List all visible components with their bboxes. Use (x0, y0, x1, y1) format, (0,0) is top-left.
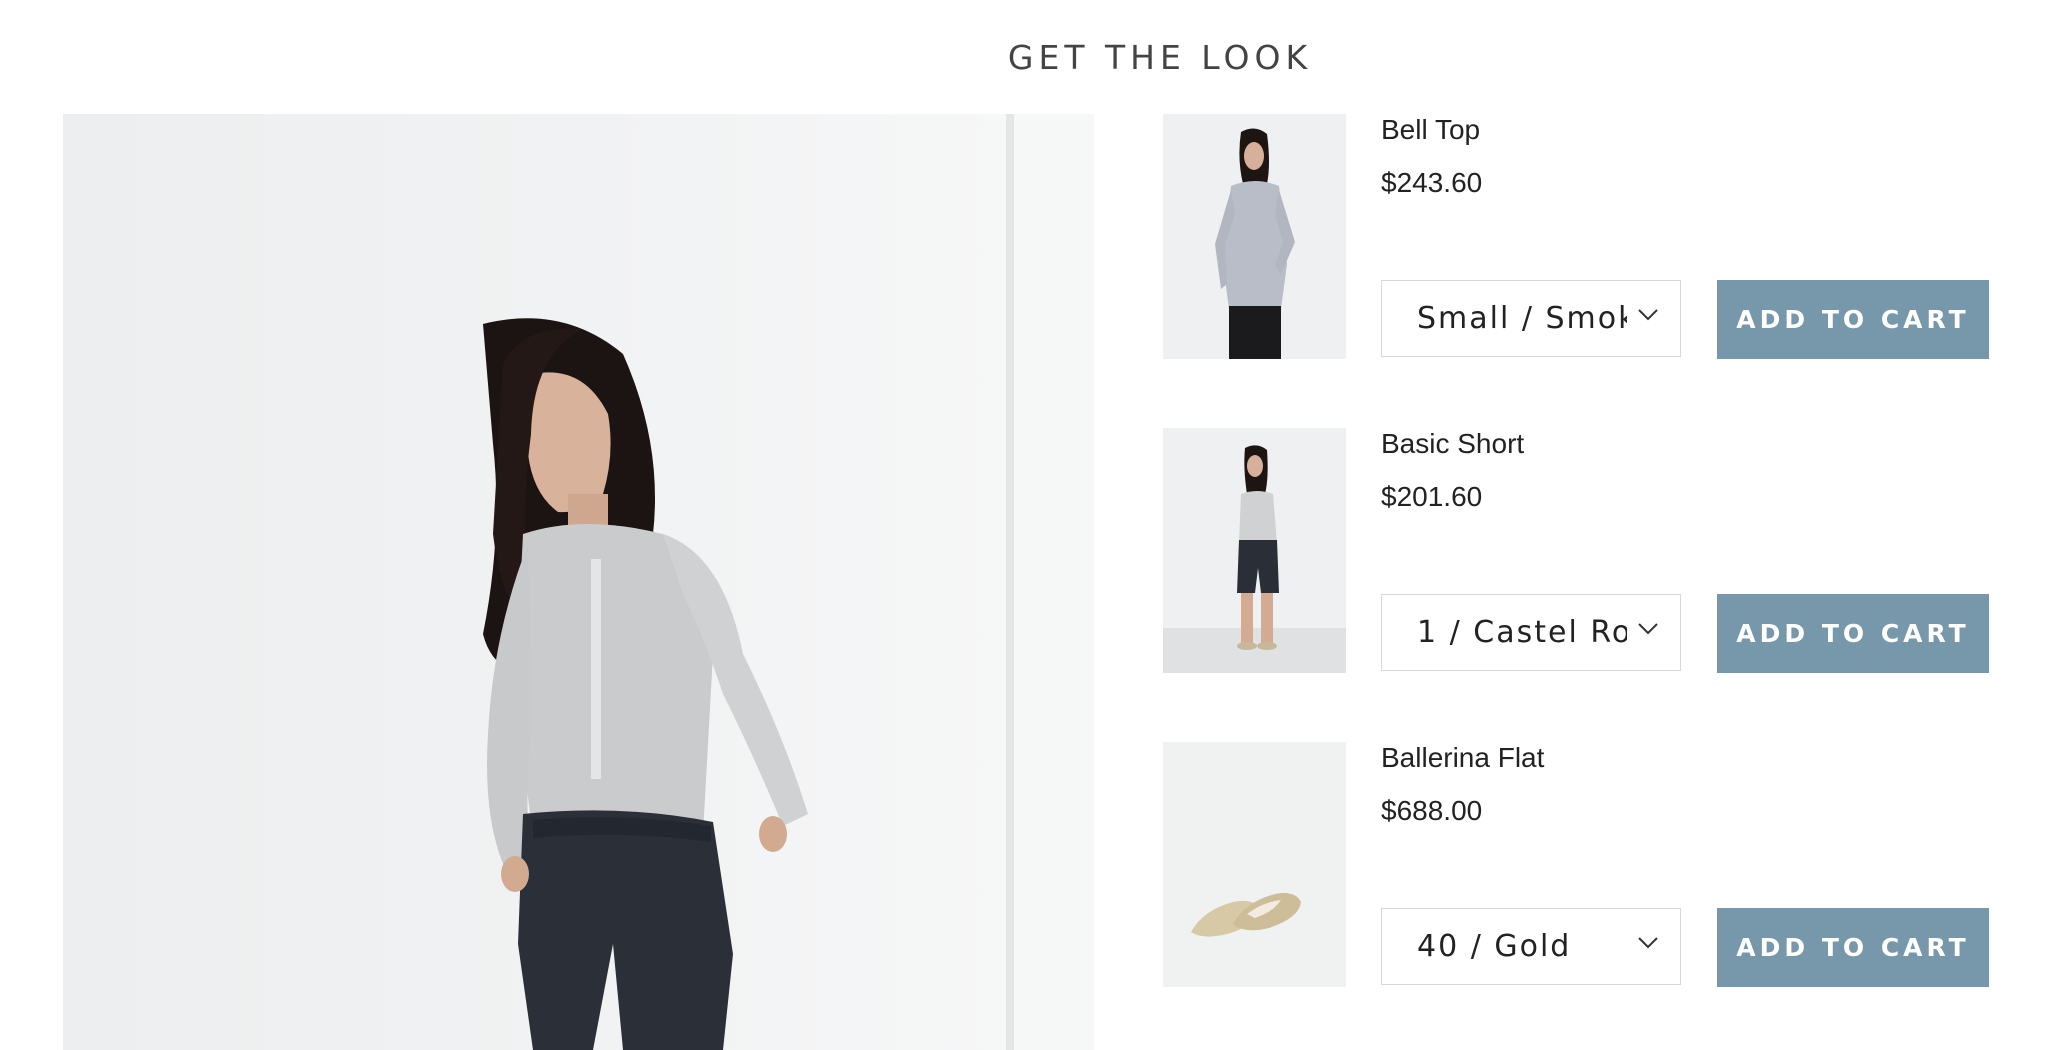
product-thumbnail[interactable] (1163, 114, 1346, 359)
variant-select[interactable]: 1 / Castel Rock (1381, 594, 1681, 671)
variant-select[interactable]: Small / Smoke (1381, 280, 1681, 357)
product-name[interactable]: Ballerina Flat (1381, 742, 1544, 774)
add-to-cart-button[interactable]: ADD TO CART (1717, 280, 1989, 359)
product-thumbnail[interactable] (1163, 742, 1346, 987)
hero-image (63, 114, 1094, 1050)
variant-select-value: 40 / Gold (1417, 929, 1572, 964)
chevron-down-icon (1638, 309, 1658, 321)
variant-select-value: 1 / Castel Rock (1417, 615, 1627, 650)
add-to-cart-button[interactable]: ADD TO CART (1717, 594, 1989, 673)
chevron-down-icon (1638, 937, 1658, 949)
product-name[interactable]: Basic Short (1381, 428, 1524, 460)
product-thumbnail[interactable] (1163, 428, 1346, 673)
product-item-basic-short: Basic Short $201.60 1 / Castel Rock ADD … (1163, 428, 1993, 673)
product-item-ballerina-flat: Ballerina Flat $688.00 40 / Gold ADD TO … (1163, 742, 1993, 987)
section-title: GET THE LOOK (1007, 38, 1313, 77)
product-price: $243.60 (1381, 167, 1483, 198)
add-to-cart-button[interactable]: ADD TO CART (1717, 908, 1989, 987)
product-item-bell-top: Bell Top $243.60 Small / Smoke ADD TO CA… (1163, 114, 1993, 359)
chevron-down-icon (1638, 623, 1658, 635)
variant-select-value: Small / Smoke (1417, 301, 1627, 336)
product-name[interactable]: Bell Top (1381, 114, 1480, 146)
variant-select[interactable]: 40 / Gold (1381, 908, 1681, 985)
product-price: $201.60 (1381, 481, 1483, 512)
product-price: $688.00 (1381, 795, 1483, 826)
